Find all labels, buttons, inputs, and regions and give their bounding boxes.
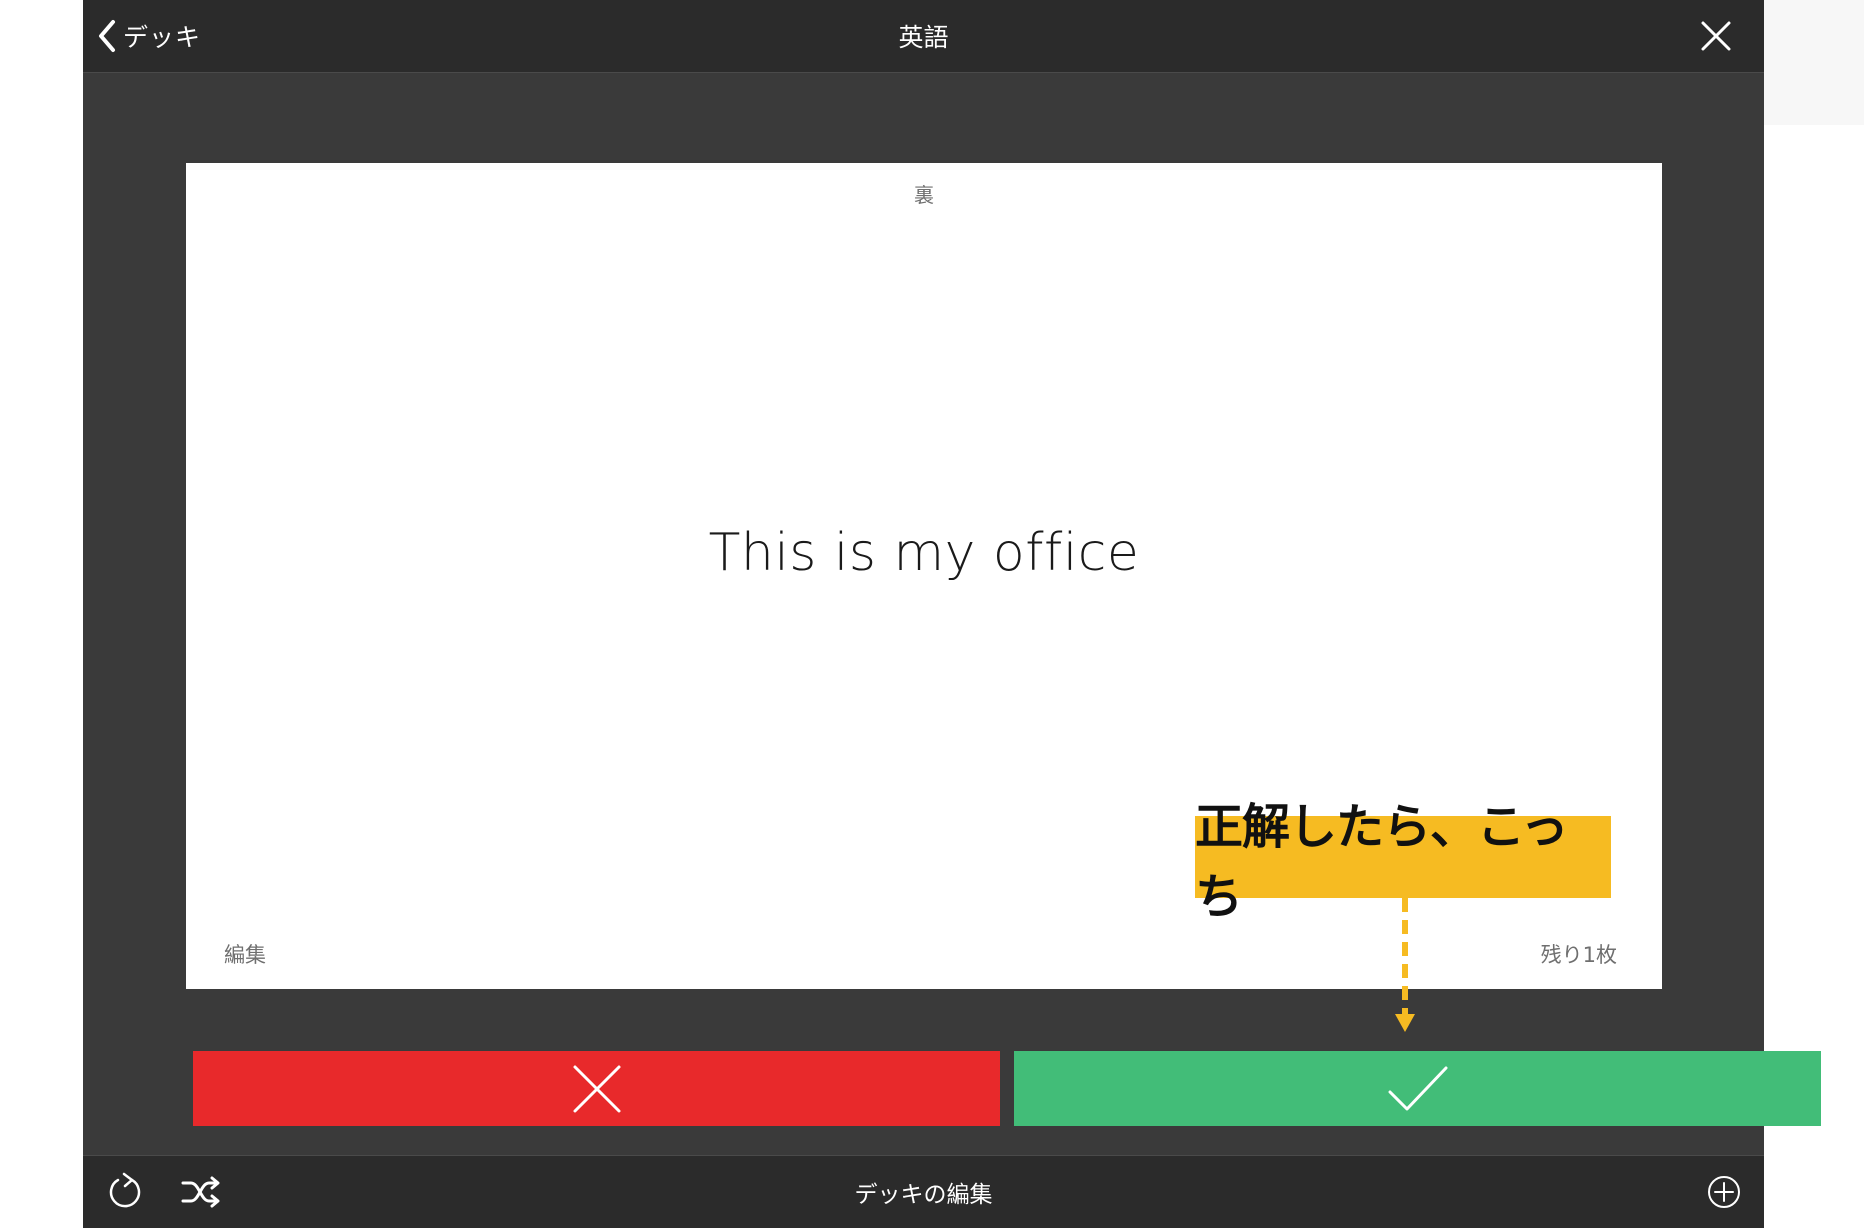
annotation-callout: 正解したら、こっち: [1195, 799, 1611, 925]
page-margin: [1764, 0, 1864, 125]
bottom-toolbar: デッキの編集: [83, 1155, 1764, 1228]
card-side-label: 裏: [914, 183, 934, 207]
correct-answer-button[interactable]: [1014, 1051, 1821, 1126]
close-icon[interactable]: [1698, 18, 1734, 54]
edit-deck-button[interactable]: デッキの編集: [855, 1175, 993, 1209]
plus-circle-icon[interactable]: [1702, 1170, 1746, 1214]
deck-edit-area: デッキの編集: [83, 1156, 1764, 1228]
top-navigation-bar: デッキ 英語: [83, 0, 1764, 73]
x-icon: [573, 1065, 620, 1112]
study-screen: デッキ 英語 裏 This is my office 編集 残り1枚 正解したら…: [83, 0, 1821, 1228]
checkmark-icon: [1388, 1066, 1447, 1110]
remaining-count: 残り1枚: [1540, 943, 1617, 967]
deck-title: 英語: [898, 23, 949, 52]
card-answer-text: This is my office: [708, 523, 1140, 583]
edit-card-link[interactable]: 編集: [224, 939, 266, 969]
wrong-answer-button[interactable]: [193, 1051, 1000, 1126]
annotation-arrow-icon: [1395, 898, 1415, 1032]
